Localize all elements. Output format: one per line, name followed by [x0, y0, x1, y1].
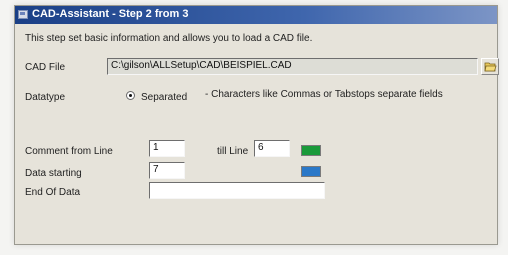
data-color-swatch[interactable]: [301, 166, 321, 177]
cad-file-path-field[interactable]: C:\gilson\ALLSetup\CAD\BEISPIEL.CAD: [107, 58, 478, 75]
comment-color-swatch[interactable]: [301, 145, 321, 156]
end-of-data-label: End Of Data: [25, 187, 81, 198]
data-starting-label: Data starting: [25, 168, 82, 179]
till-line-input[interactable]: 6: [254, 140, 290, 157]
cad-assistant-window: CAD-Assistant - Step 2 from 3 This step …: [14, 5, 499, 245]
datatype-label: Datatype: [25, 92, 66, 103]
title-bar[interactable]: CAD-Assistant - Step 2 from 3: [15, 6, 497, 24]
datatype-hint: - Characters like Commas or Tabstops sep…: [205, 89, 443, 100]
window-title: CAD-Assistant - Step 2 from 3: [32, 8, 189, 20]
data-starting-input[interactable]: 7: [149, 162, 185, 179]
cad-file-label: CAD File: [25, 62, 66, 73]
separated-radio-label: Separated: [141, 92, 188, 103]
till-line-label: till Line: [217, 146, 249, 157]
comment-from-line-label: Comment from Line: [25, 146, 113, 157]
end-of-data-input[interactable]: [149, 182, 325, 199]
browse-button[interactable]: [481, 58, 499, 75]
folder-open-icon: [484, 62, 497, 72]
step-description: This step set basic information and allo…: [25, 33, 313, 44]
app-window-icon: [18, 10, 28, 19]
comment-from-line-input[interactable]: 1: [149, 140, 185, 157]
separated-radio[interactable]: [126, 91, 135, 100]
